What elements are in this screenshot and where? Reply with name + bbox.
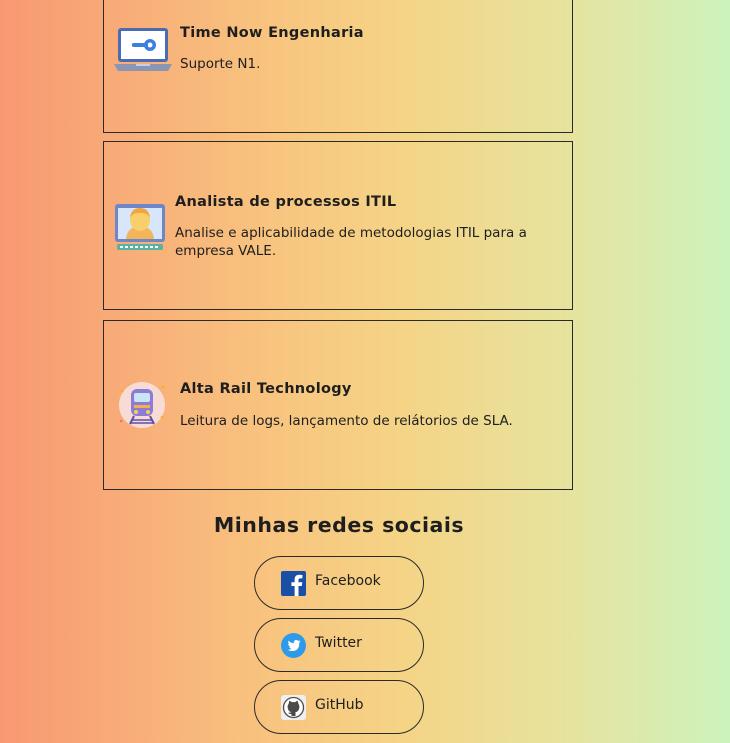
train-icon — [116, 379, 168, 431]
experience-card-alta-rail: Alta Rail Technology Leitura de logs, la… — [103, 320, 573, 490]
experience-title: Time Now Engenharia — [180, 25, 364, 41]
github-button[interactable]: GitHub — [254, 680, 424, 734]
facebook-label: Facebook — [315, 573, 381, 589]
github-icon — [281, 695, 306, 720]
experience-title: Alta Rail Technology — [180, 381, 352, 397]
experience-description: Analise e aplicabilidade de metodologias… — [175, 225, 527, 259]
experience-card-time-now: Time Now Engenharia Suporte N1. — [103, 0, 573, 133]
github-label: GitHub — [315, 697, 364, 713]
monitor-person-icon — [113, 202, 167, 252]
experience-description: Leitura de logs, lançamento de relátorio… — [180, 413, 513, 429]
laptop-wrench-icon — [112, 26, 174, 72]
social-heading: Minhas redes sociais — [213, 513, 465, 537]
twitter-icon — [281, 633, 306, 658]
facebook-button[interactable]: Facebook — [254, 556, 424, 610]
twitter-button[interactable]: Twitter — [254, 618, 424, 672]
experience-card-itil: Analista de processos ITIL Analise e apl… — [103, 141, 573, 310]
twitter-label: Twitter — [315, 635, 362, 651]
facebook-icon — [281, 571, 306, 596]
experience-title: Analista de processos ITIL — [175, 194, 397, 210]
experience-description: Suporte N1. — [180, 56, 261, 72]
